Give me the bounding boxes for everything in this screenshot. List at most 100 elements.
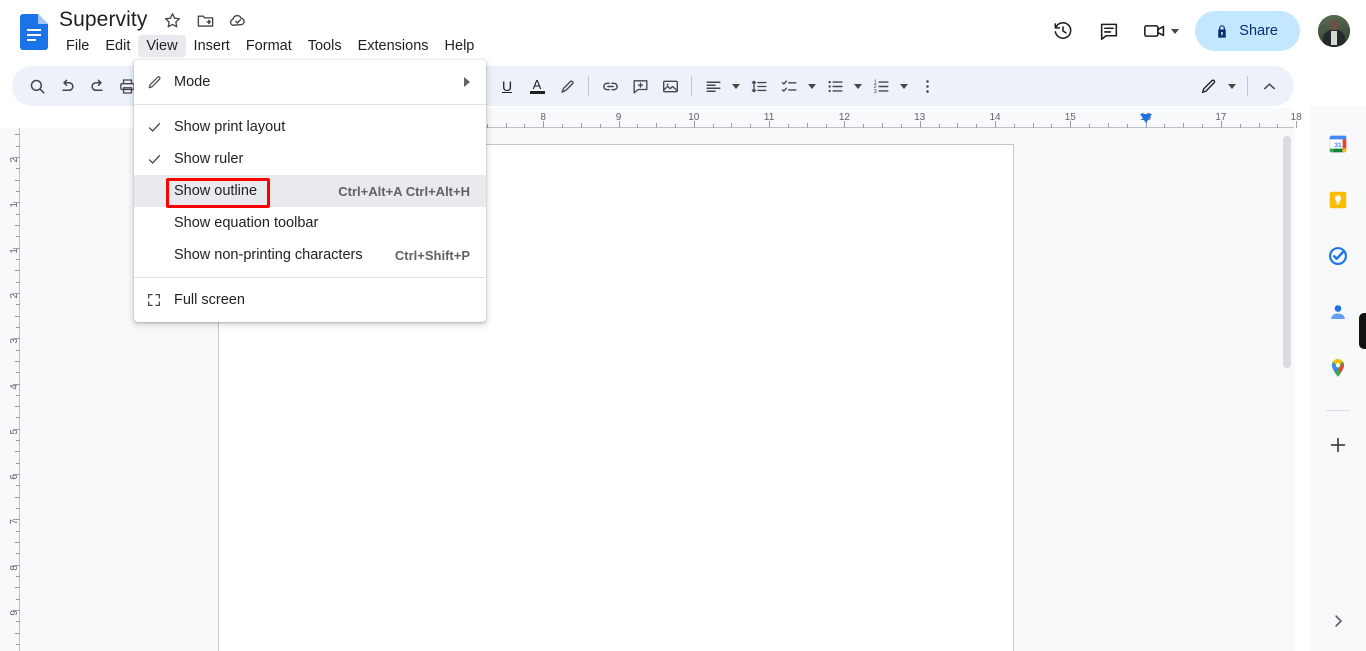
numbered-list-icon[interactable]: 1 2 3: [866, 71, 896, 101]
undo-icon[interactable]: [52, 71, 82, 101]
comment-history-icon[interactable]: [1089, 11, 1129, 51]
google-contacts-icon: [1331, 305, 1345, 319]
ruler-tick: [769, 121, 771, 128]
vertical-ruler[interactable]: 2112345678910: [0, 128, 21, 651]
menu-divider: [134, 104, 486, 105]
line-spacing-icon[interactable]: [744, 71, 774, 101]
menu-view[interactable]: View: [138, 35, 186, 57]
menu-help[interactable]: Help: [437, 35, 483, 57]
menu-tools[interactable]: Tools: [300, 35, 350, 57]
cloud-saved-icon[interactable]: [227, 9, 249, 31]
sidebar-item-maps[interactable]: [1318, 348, 1358, 388]
ruler-tick: [995, 121, 996, 128]
google-keep-icon: [1329, 191, 1347, 209]
pencil-icon: [134, 74, 174, 91]
editing-mode-chevron-down-icon[interactable]: [1223, 71, 1241, 101]
sidebar-add-button[interactable]: [1318, 425, 1358, 465]
menu-bar: File Edit View Insert Format Tools Exten…: [58, 35, 482, 57]
chevron-right-icon: [1335, 615, 1342, 627]
toolbar-divider: [588, 76, 589, 96]
add-comment-icon[interactable]: [625, 71, 655, 101]
menu-edit[interactable]: Edit: [97, 35, 138, 57]
sidebar-item-contacts[interactable]: [1318, 292, 1358, 332]
scrollbar-thumb[interactable]: [1283, 136, 1291, 368]
menu-item-shortcut: Ctrl+Shift+P: [394, 247, 470, 263]
more-options-icon[interactable]: [912, 71, 942, 101]
menu-file[interactable]: File: [58, 35, 97, 57]
menu-item-show-ruler[interactable]: Show ruler: [134, 143, 486, 175]
menu-item-full-screen[interactable]: Full screen: [134, 284, 486, 316]
menu-item-show-outline[interactable]: Show outline Ctrl+Alt+A Ctrl+Alt+H: [134, 175, 486, 207]
ruler-tick: [543, 121, 545, 128]
hidden-panel-tab[interactable]: [1359, 313, 1366, 349]
google-tasks-icon: [1329, 247, 1347, 265]
avatar-head: [1329, 20, 1339, 30]
menu-item-label: Full screen: [174, 292, 245, 308]
vertical-scrollbar[interactable]: [1280, 128, 1294, 651]
align-chevron-down-icon[interactable]: [728, 71, 744, 101]
pencil-editing-icon[interactable]: [1193, 71, 1223, 101]
star-icon[interactable]: [161, 9, 183, 31]
highlight-pen-icon[interactable]: [552, 71, 582, 101]
bulleted-list-icon[interactable]: [820, 71, 850, 101]
checklist-icon[interactable]: [774, 71, 804, 101]
checkmark-icon: [134, 151, 174, 168]
ruler-tick: [1296, 121, 1298, 128]
collapse-toolbar-chevron-up-icon[interactable]: [1254, 71, 1284, 101]
app-header: Supervity File Edit View Insert Format T…: [0, 0, 1366, 62]
google-docs-icon[interactable]: [20, 14, 48, 50]
menu-extensions[interactable]: Extensions: [350, 35, 437, 57]
checkmark-icon: [134, 119, 174, 136]
share-button[interactable]: Share: [1195, 11, 1300, 51]
text-color-button[interactable]: A: [522, 71, 552, 101]
sidebar-expand-button[interactable]: [1326, 609, 1350, 633]
google-meet-button[interactable]: [1135, 13, 1185, 49]
avatar-shirt: [1331, 31, 1337, 45]
text-color-label: A: [532, 76, 542, 92]
menu-item-label: Show ruler: [174, 151, 244, 167]
menu-item-label: Show equation toolbar: [174, 215, 319, 231]
menu-item-show-non-printing-characters[interactable]: Show non-printing characters Ctrl+Shift+…: [134, 239, 486, 271]
align-left-icon[interactable]: [698, 71, 728, 101]
ruler-tick: [13, 428, 20, 430]
ruler-tick: [13, 519, 20, 521]
ruler-tick: [844, 121, 846, 128]
chevron-down-icon[interactable]: [1171, 28, 1180, 34]
google-maps-icon: [1331, 359, 1345, 377]
menu-item-mode[interactable]: Mode: [134, 66, 486, 98]
checklist-chevron-down-icon[interactable]: [804, 71, 820, 101]
menu-insert[interactable]: Insert: [186, 35, 238, 57]
toolbar-divider: [691, 76, 692, 96]
insert-image-icon[interactable]: [655, 71, 685, 101]
insert-link-icon[interactable]: [595, 71, 625, 101]
menu-item-show-print-layout[interactable]: Show print layout: [134, 111, 486, 143]
side-panel: 31: [1310, 106, 1366, 651]
share-label: Share: [1239, 23, 1278, 39]
search-icon[interactable]: [22, 71, 52, 101]
ruler-tick: [13, 157, 20, 158]
ruler-tick: [1220, 121, 1222, 128]
sidebar-item-tasks[interactable]: [1318, 236, 1358, 276]
ruler-tick: [13, 338, 20, 340]
menu-item-label: Mode: [174, 74, 211, 90]
ruler-tick: [13, 292, 20, 294]
sidebar-item-calendar[interactable]: 31: [1318, 124, 1358, 164]
indent-marker[interactable]: [1139, 114, 1152, 123]
avatar[interactable]: [1318, 15, 1350, 47]
sidebar-item-keep[interactable]: [1318, 180, 1358, 220]
ruler-tick: [919, 121, 921, 128]
page-title[interactable]: Supervity: [56, 7, 150, 33]
menu-format[interactable]: Format: [238, 35, 300, 57]
move-to-folder-icon[interactable]: [194, 9, 216, 31]
numbered-list-chevron-down-icon[interactable]: [896, 71, 912, 101]
menu-item-show-equation-toolbar[interactable]: Show equation toolbar: [134, 207, 486, 239]
menu-item-label: Show outline: [174, 183, 258, 199]
version-history-icon[interactable]: [1043, 11, 1083, 51]
header-actions: Share: [1043, 0, 1350, 62]
view-menu-dropdown[interactable]: Mode Show print layout Show ruler Show o…: [134, 60, 486, 322]
menu-item-shortcut: Ctrl+Alt+A Ctrl+Alt+H: [338, 183, 470, 199]
ruler-tick: [13, 202, 20, 204]
underline-button[interactable]: U: [492, 71, 522, 101]
redo-icon[interactable]: [82, 71, 112, 101]
bulleted-list-chevron-down-icon[interactable]: [850, 71, 866, 101]
